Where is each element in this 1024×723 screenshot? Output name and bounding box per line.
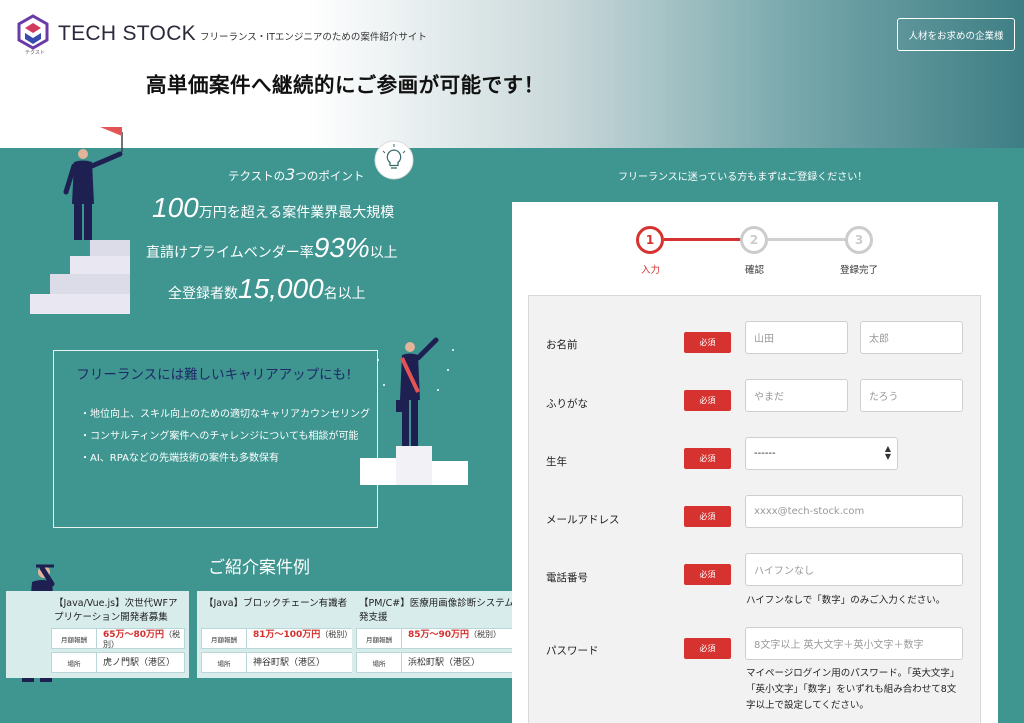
- required-badge: 必須: [684, 564, 731, 585]
- card-title[interactable]: 【Java/Vue.js】次世代WFアプリケーション開発者募集: [54, 597, 184, 625]
- required-badge: 必須: [684, 390, 731, 411]
- stat-registrants: 全登録者数15,000名以上: [168, 273, 366, 304]
- stairs-flag-illustration: [30, 127, 130, 314]
- step-2-label: 確認: [745, 265, 765, 276]
- place-value: 虎ノ門駅（港区）: [103, 658, 176, 668]
- birth-year-value: ------: [754, 448, 776, 459]
- place-label: 場所: [52, 653, 97, 672]
- step-pending-line: [768, 238, 846, 241]
- podium-illustration: [360, 337, 468, 485]
- career-title: フリーランスには難しいキャリアアップにも!: [76, 367, 352, 383]
- step-2-circle: 2: [740, 226, 768, 254]
- examples-title: ご紹介案件例: [208, 558, 310, 578]
- fee-row: 月額報酬 65万〜80万円（税別）: [51, 628, 185, 649]
- hero-headline: 高単価案件へ継続的にご参画が可能です！: [146, 73, 545, 97]
- tech-stock-logo-icon[interactable]: [16, 14, 50, 54]
- place-label: 場所: [357, 653, 402, 672]
- required-badge: 必須: [684, 638, 731, 659]
- phone-help-text: ハイフンなしで「数字」のみご入力ください。: [746, 595, 946, 606]
- step-progress-line: [664, 238, 742, 241]
- kana-label: ふりがな: [546, 398, 588, 410]
- fee-label: 月額報酬: [202, 629, 247, 648]
- first-name-input[interactable]: 太郎: [860, 321, 963, 354]
- step-3-label: 登録完了: [840, 265, 879, 276]
- register-note: フリーランスに迷っている方もまずはご登録ください！: [618, 172, 868, 183]
- place-label: 場所: [202, 653, 247, 672]
- place-row: 場所 神谷町駅（港区）: [201, 652, 376, 673]
- example-card[interactable]: 【Java/Vue.js】次世代WFアプリケーション開発者募集 月額報酬 65万…: [6, 591, 189, 678]
- fee-row: 月額報酬 85万〜90万円（税別）: [356, 628, 531, 649]
- birth-year-label: 生年: [546, 456, 567, 468]
- step-3-circle: 3: [845, 226, 873, 254]
- fee-value: 85万〜90万円（税別）: [408, 630, 502, 640]
- example-card[interactable]: 【PM/C#】医療用画像診断システム開発支援 月額報酬 85万〜90万円（税別）…: [352, 591, 535, 678]
- place-row: 場所 浜松町駅（港区）: [356, 652, 531, 673]
- fee-value: 81万〜100万円（税別）: [253, 630, 353, 640]
- select-arrows-icon: ▲ ▼: [884, 444, 891, 461]
- required-badge: 必須: [684, 332, 731, 353]
- points-title: テクストの3つのポイント: [228, 165, 365, 184]
- fee-value: 65万〜80万円（税別）: [103, 630, 181, 649]
- card-title[interactable]: 【PM/C#】医療用画像診断システム開発支援: [359, 597, 531, 625]
- required-badge: 必須: [684, 448, 731, 469]
- career-up-box: フリーランスには難しいキャリアアップにも! ・地位向上、スキル向上のための適切な…: [53, 350, 378, 528]
- fee-label: 月額報酬: [357, 629, 402, 648]
- password-help-text: マイページログイン用のパスワード。「英大文字」「英小文字」「数字」をいずれも組み…: [746, 668, 960, 711]
- last-name-input[interactable]: 山田: [745, 321, 848, 354]
- career-item: ・コンサルティング案件へのチャレンジについても相談が可能: [80, 431, 359, 442]
- phone-input[interactable]: ハイフンなし: [745, 553, 963, 586]
- password-label: パスワード: [546, 645, 599, 657]
- light-bulb-icon: [374, 140, 414, 180]
- password-input[interactable]: 8文字以上 英大文字＋英小文字＋数字: [745, 627, 963, 660]
- career-item: ・地位向上、スキル向上のための適切なキャリアカウンセリング: [80, 409, 370, 420]
- birth-year-select[interactable]: ------ ▲ ▼: [745, 437, 898, 470]
- step-1-label: 入力: [641, 265, 661, 276]
- place-value: 神谷町駅（港区）: [253, 658, 326, 668]
- career-list: ・地位向上、スキル向上のための適切なキャリアカウンセリング ・コンサルティング案…: [80, 404, 370, 470]
- fee-label: 月額報酬: [52, 629, 97, 648]
- stat-max-scale: 100万円を超える案件業界最大規模: [152, 192, 395, 223]
- email-label: メールアドレス: [546, 514, 620, 526]
- required-badge: 必須: [684, 506, 731, 527]
- email-input[interactable]: xxxx@tech-stock.com: [745, 495, 963, 528]
- phone-label: 電話番号: [546, 572, 588, 584]
- fee-row: 月額報酬 81万〜100万円（税別）: [201, 628, 376, 649]
- card-title[interactable]: 【Java】ブロックチェーン有識者: [204, 597, 376, 611]
- site-tagline: フリーランス・ITエンジニアのための案件紹介サイト: [200, 32, 427, 43]
- first-kana-input[interactable]: たろう: [860, 379, 963, 412]
- corporate-link-button[interactable]: 人材をお求めの企業様: [897, 18, 1015, 51]
- last-kana-input[interactable]: やまだ: [745, 379, 848, 412]
- name-label: お名前: [546, 339, 578, 351]
- career-item: ・AI、RPAなどの先端技術の案件も多数保有: [80, 453, 279, 464]
- step-1-circle: 1: [636, 226, 664, 254]
- place-value: 浜松町駅（港区）: [408, 658, 481, 668]
- place-row: 場所 虎ノ門駅（港区）: [51, 652, 185, 673]
- logo-text[interactable]: TECH STOCK: [58, 22, 196, 46]
- logo-subtext: テクスト: [25, 50, 45, 56]
- stat-prime-vendor: 直請けプライムベンダー率93%以上: [146, 232, 398, 263]
